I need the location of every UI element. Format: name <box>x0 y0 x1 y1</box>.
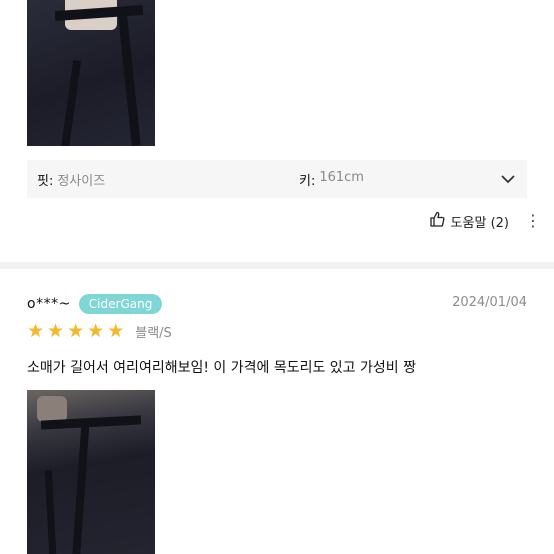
member-badge: CiderGang <box>78 294 163 314</box>
star-icon: ★ <box>107 319 125 342</box>
height-key: 키: <box>299 173 316 189</box>
chevron-down-icon[interactable] <box>501 172 515 186</box>
height-spec: 키: 161cm <box>299 170 501 189</box>
review-date: 2024/01/04 <box>452 295 527 310</box>
reviewer-row: o***~ CiderGang 2024/01/04 <box>27 293 527 315</box>
review-divider <box>0 262 554 269</box>
size-spec-bar[interactable]: 핏: 정사이즈 키: 161cm <box>27 160 527 198</box>
star-icon: ★ <box>27 319 45 342</box>
photo-detail <box>118 15 141 146</box>
photo-detail <box>44 469 57 554</box>
star-icon: ★ <box>87 319 105 342</box>
helpful-count: (2) <box>490 215 509 231</box>
fit-value: 정사이즈 <box>57 173 106 189</box>
photo-detail <box>60 59 82 146</box>
fit-spec: 핏: 정사이즈 <box>37 170 299 189</box>
reviewer-name: o***~ <box>27 296 71 312</box>
rating-stars: ★ ★ ★ ★ ★ 블랙/S <box>27 320 172 342</box>
purchase-option: 블랙/S <box>135 325 172 341</box>
star-icon: ★ <box>47 319 65 342</box>
fit-key: 핏: <box>37 173 54 189</box>
thumbs-up-icon[interactable] <box>429 211 445 231</box>
helpful-button[interactable]: 도움말 (2) <box>451 212 509 231</box>
photo-detail <box>72 419 90 554</box>
star-icon: ★ <box>67 319 85 342</box>
review-photo[interactable] <box>27 390 155 554</box>
review-text: 소매가 길어서 여리여리해보임! 이 가격에 목도리도 있고 가성비 짱 <box>27 360 416 376</box>
helpful-label: 도움말 <box>450 215 487 231</box>
review-photo[interactable] <box>27 0 155 146</box>
photo-detail <box>37 396 67 422</box>
more-dots-icon[interactable]: ⋮ <box>525 213 541 229</box>
height-value: 161cm <box>319 169 364 185</box>
helpful-row: 도움말 (2) ⋮ <box>429 210 541 232</box>
